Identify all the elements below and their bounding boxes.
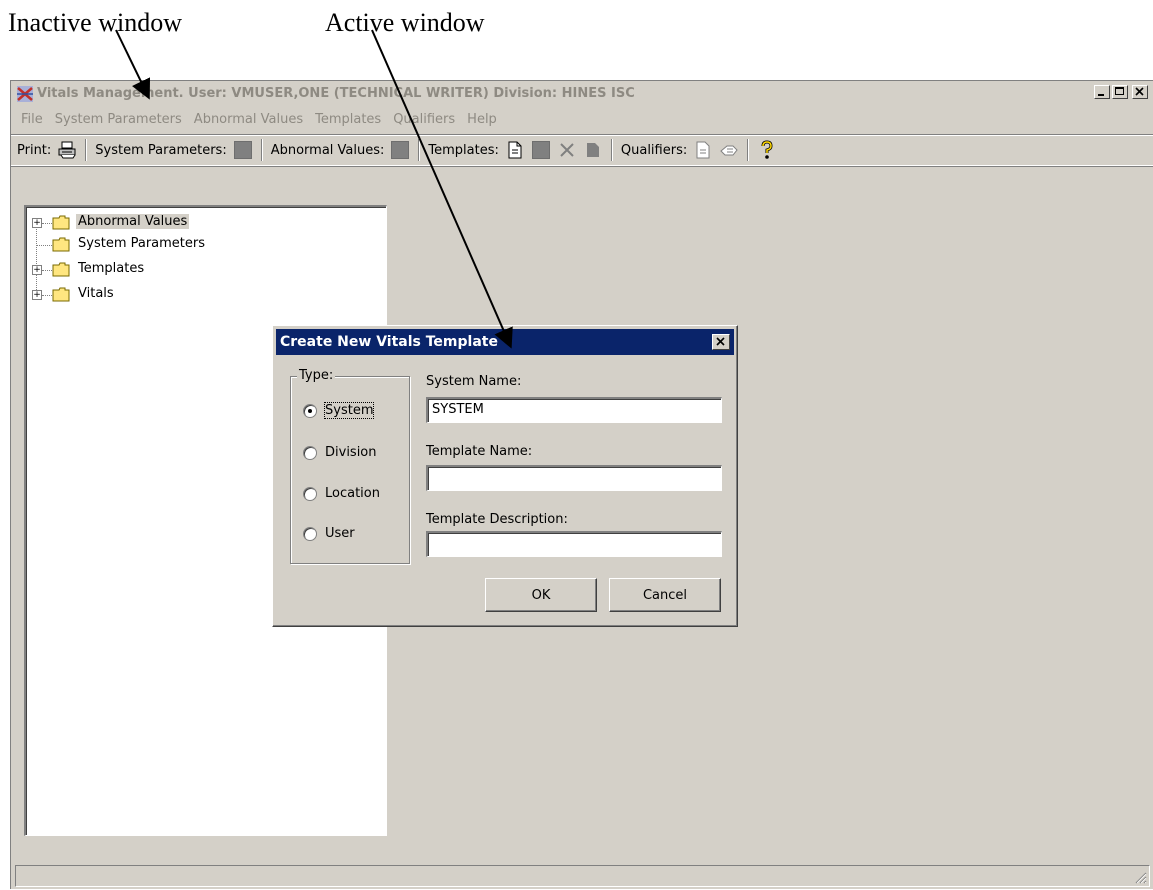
abnormal-values-label: Abnormal Values: [270,142,385,158]
close-icon [1135,87,1144,96]
radio-location[interactable]: Location [303,486,380,501]
radio-label: Division [325,445,377,460]
radio-user[interactable]: User [303,526,355,541]
help-icon[interactable] [757,140,777,160]
close-icon [716,337,725,346]
toolbar-separator [85,139,88,161]
menu-abnormal-values[interactable]: Abnormal Values [188,112,309,127]
dialog-close-button[interactable] [712,334,730,350]
toolbar-separator [747,139,750,161]
menu-bar: File System Parameters Abnormal Values T… [11,108,1153,130]
templates-label: Templates: [428,142,499,158]
radio-division[interactable]: Division [303,445,377,460]
folder-icon [52,287,70,302]
abnormal-values-square-icon[interactable] [390,140,410,160]
template-name-field[interactable] [426,465,722,491]
radio-label: User [325,526,355,541]
new-template-icon[interactable] [505,140,525,160]
tree-item-label: Templates [78,261,145,276]
radio-label: System [323,402,375,419]
radio-button[interactable] [303,526,317,541]
active-window-annotation: Active window [325,8,485,37]
expand-icon[interactable]: + [32,265,42,275]
main-title-bar[interactable]: Vitals Management. User: VMUSER,ONE (TEC… [11,81,1153,107]
radio-button[interactable] [303,403,317,418]
qualifier-document-icon[interactable] [693,140,713,160]
system-name-field[interactable]: SYSTEM [426,397,722,423]
minimize-button[interactable] [1094,85,1110,99]
main-window-title: Vitals Management. User: VMUSER,ONE (TEC… [37,86,635,101]
ok-button-label: OK [531,587,551,603]
cancel-button-label: Cancel [642,587,688,603]
dialog-title-bar[interactable]: Create New Vitals Template [276,329,734,355]
minimize-icon [1098,94,1104,96]
toolbar-separator [610,139,613,161]
create-template-dialog: Create New Vitals Template Type: System … [272,325,738,627]
menu-file[interactable]: File [15,112,49,127]
menu-system-parameters[interactable]: System Parameters [49,112,188,127]
expand-icon[interactable]: + [32,290,42,300]
template-name-label: Template Name: [426,444,533,459]
folder-icon [52,237,70,252]
folder-icon [52,215,70,230]
qualifiers-label: Qualifiers: [620,142,688,158]
radio-button[interactable] [303,486,317,501]
toolbar: Print: System Parameters: Abnormal Value… [11,134,1153,166]
radio-button[interactable] [303,445,317,460]
hand-icon[interactable] [719,140,739,160]
type-group: Type: System Division Location User [290,368,410,564]
template-description-label: Template Description: [426,512,568,527]
menu-templates[interactable]: Templates [309,112,387,127]
tree-item-label: Abnormal Values [76,214,190,229]
print-label: Print: [17,142,52,158]
system-name-label: System Name: [426,374,522,389]
system-parameters-square-icon[interactable] [233,140,253,160]
maximize-button[interactable] [1112,85,1128,99]
app-icon [17,86,33,102]
expand-icon[interactable]: + [32,218,42,228]
type-group-label: Type: [297,368,336,383]
edit-template-square-icon[interactable] [531,140,551,160]
toolbar-separator [418,139,421,161]
cancel-button[interactable]: Cancel [609,578,721,612]
radio-label: Location [325,486,380,501]
inactive-window-annotation: Inactive window [8,8,183,37]
size-grip-icon[interactable] [1133,870,1147,884]
menu-qualifiers[interactable]: Qualifiers [387,112,461,127]
printer-icon[interactable] [57,140,77,160]
template-description-field[interactable] [426,531,722,557]
maximize-icon [1115,87,1124,95]
close-button[interactable] [1132,85,1148,99]
document-template-icon[interactable] [583,140,603,160]
delete-template-icon[interactable] [557,140,577,160]
folder-icon [52,262,70,277]
status-bar [15,865,1150,887]
toolbar-separator [260,139,263,161]
dialog-title: Create New Vitals Template [280,334,498,350]
tree-item-label: Vitals [78,286,114,301]
radio-system[interactable]: System [303,402,375,419]
menu-help[interactable]: Help [461,112,503,127]
ok-button[interactable]: OK [485,578,597,612]
tree-item-label: System Parameters [78,236,206,251]
system-parameters-label: System Parameters: [95,142,227,158]
